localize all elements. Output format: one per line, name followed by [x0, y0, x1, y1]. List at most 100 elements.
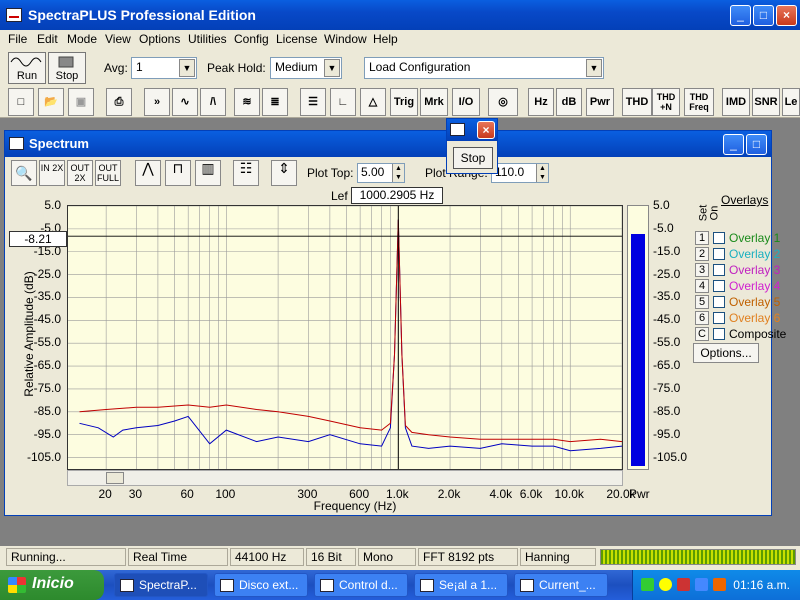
start-button[interactable]: Inicio — [0, 570, 104, 600]
plot-top-input[interactable]: 5.00 ▲ ▼ — [357, 163, 405, 183]
menu-config[interactable]: Config — [234, 32, 269, 46]
right-tick-label: -65.0 — [653, 358, 681, 373]
menu-utilities[interactable]: Utilities — [188, 32, 227, 46]
menu-window[interactable]: Window — [324, 32, 367, 46]
stop-button[interactable]: Stop — [48, 52, 86, 84]
overlay-set-button[interactable]: 3 — [695, 263, 709, 277]
run-button[interactable]: Run — [8, 52, 46, 84]
print-button[interactable]: ⎙ — [106, 88, 132, 116]
menu-options[interactable]: Options — [139, 32, 180, 46]
options-button[interactable]: Options... — [693, 343, 759, 363]
stop-popup-close-button[interactable]: × — [477, 121, 495, 139]
zoom-out-2x-button[interactable]: OUT 2X — [67, 160, 93, 186]
bar-plot-icon[interactable]: ▥ — [195, 160, 221, 186]
close-button[interactable]: × — [776, 5, 797, 26]
overlay-set-button[interactable]: C — [695, 327, 709, 341]
open-folder-button[interactable]: 📂 — [38, 88, 64, 116]
menu-file[interactable]: File — [8, 32, 27, 46]
overlay-checkbox[interactable] — [713, 296, 725, 308]
fast-forward-button[interactable]: » — [144, 88, 170, 116]
overlay-set-button[interactable]: 6 — [695, 311, 709, 325]
thd-n-button[interactable]: THD +N — [652, 88, 680, 116]
frequency-scrollbar[interactable] — [67, 470, 623, 486]
task-disco[interactable]: Disco ext... — [214, 573, 308, 597]
task-control[interactable]: Control d... — [314, 573, 408, 597]
status-fft-size: FFT 8192 pts — [418, 548, 518, 566]
io-button[interactable]: I/O — [452, 88, 480, 116]
overlay-checkbox[interactable] — [713, 248, 725, 260]
status-icon[interactable] — [659, 578, 672, 591]
security-icon[interactable] — [677, 578, 690, 591]
spectrum-title: Spectrum — [29, 136, 89, 151]
thd-freq-button[interactable]: THD Freq — [684, 88, 714, 116]
menu-mode[interactable]: Mode — [67, 32, 97, 46]
pwr-button[interactable]: Pwr — [586, 88, 614, 116]
scroll-thumb[interactable] — [106, 472, 124, 484]
overlay-checkbox[interactable] — [713, 328, 725, 340]
x-axis-label: Frequency (Hz) — [313, 499, 397, 513]
menu-license[interactable]: License — [276, 32, 317, 46]
function-toolbar: □ 📂 ▣ ⎙ » ∿ /\ ≋ ≣ ☰ ∟ △ Trig Mrk I/O ◎ … — [0, 86, 800, 118]
task-current[interactable]: Current_... — [514, 573, 608, 597]
overlay-checkbox[interactable] — [713, 312, 725, 324]
task-senal[interactable]: Se¡al a 1... — [414, 573, 508, 597]
hz-button[interactable]: Hz — [528, 88, 554, 116]
x-tick-label: 10.0k — [554, 487, 584, 501]
taskbar: Inicio SpectraP... Disco ext... Control … — [0, 570, 800, 600]
spinner-icon[interactable]: ▲ ▼ — [536, 164, 548, 182]
overlay-checkbox[interactable] — [713, 264, 725, 276]
axes-button[interactable]: ∟ — [330, 88, 356, 116]
menu-edit[interactable]: Edit — [37, 32, 58, 46]
configuration-select[interactable]: Load Configuration ▼ — [364, 57, 604, 79]
db-button[interactable]: dB — [556, 88, 582, 116]
menu-help[interactable]: Help — [373, 32, 398, 46]
triangle-button[interactable]: △ — [360, 88, 386, 116]
overlay-label: Overlay 1 — [729, 231, 781, 245]
avg-select[interactable]: 1 ▼ — [131, 57, 197, 79]
peak-hold-select[interactable]: Medium ▼ — [270, 57, 342, 79]
table-icon[interactable]: ☷ — [233, 160, 259, 186]
maximize-button[interactable]: □ — [753, 5, 774, 26]
zoom-full-button[interactable]: OUT FULL — [95, 160, 121, 186]
overlay-checkbox[interactable] — [713, 280, 725, 292]
peak-hold-value: Medium — [275, 60, 318, 74]
spectrum-minimize-button[interactable]: _ — [723, 134, 744, 155]
plot-range-input[interactable]: 110.0 ▲ ▼ — [491, 163, 549, 183]
level-button[interactable]: Le — [782, 88, 800, 116]
zoom-in-2x-button[interactable]: IN 2X — [39, 160, 65, 186]
popup-stop-button[interactable]: Stop — [453, 147, 493, 169]
list-button[interactable]: ☰ — [300, 88, 326, 116]
network-icon[interactable] — [641, 578, 654, 591]
vertical-scale-icon[interactable]: ⇕ — [271, 160, 297, 186]
overlay-set-button[interactable]: 5 — [695, 295, 709, 309]
overlay-set-button[interactable]: 1 — [695, 231, 709, 245]
zoom-icon[interactable]: 🔍 — [11, 160, 37, 186]
menu-view[interactable]: View — [105, 32, 131, 46]
signal-generator-button[interactable]: ◎ — [488, 88, 518, 116]
spectrum-plot[interactable] — [67, 205, 623, 470]
trig-button[interactable]: Trig — [390, 88, 418, 116]
minimize-button[interactable]: _ — [730, 5, 751, 26]
antivirus-icon[interactable] — [713, 578, 726, 591]
overlay-set-button[interactable]: 4 — [695, 279, 709, 293]
3d-surface-button[interactable]: ≣ — [262, 88, 288, 116]
overlay-checkbox[interactable] — [713, 232, 725, 244]
spectrum-maximize-button[interactable]: □ — [746, 134, 767, 155]
volume-icon[interactable] — [695, 578, 708, 591]
mrk-button[interactable]: Mrk — [420, 88, 448, 116]
new-file-button[interactable]: □ — [8, 88, 34, 116]
save-button[interactable]: ▣ — [68, 88, 94, 116]
spectrum-series-2 — [79, 219, 623, 443]
overlay-set-button[interactable]: 2 — [695, 247, 709, 261]
imd-button[interactable]: IMD — [722, 88, 750, 116]
line-plot-icon[interactable]: ⋀ — [135, 160, 161, 186]
spectrogram-button[interactable]: ≋ — [234, 88, 260, 116]
ramp-button[interactable]: /\ — [200, 88, 226, 116]
step-plot-icon[interactable]: ⊓ — [165, 160, 191, 186]
status-channels: Mono — [358, 548, 416, 566]
spinner-icon[interactable]: ▲ ▼ — [392, 164, 404, 182]
snr-button[interactable]: SNR — [752, 88, 780, 116]
scope-button[interactable]: ∿ — [172, 88, 198, 116]
thd-button[interactable]: THD — [622, 88, 652, 116]
task-spectraplus[interactable]: SpectraP... — [114, 573, 208, 597]
